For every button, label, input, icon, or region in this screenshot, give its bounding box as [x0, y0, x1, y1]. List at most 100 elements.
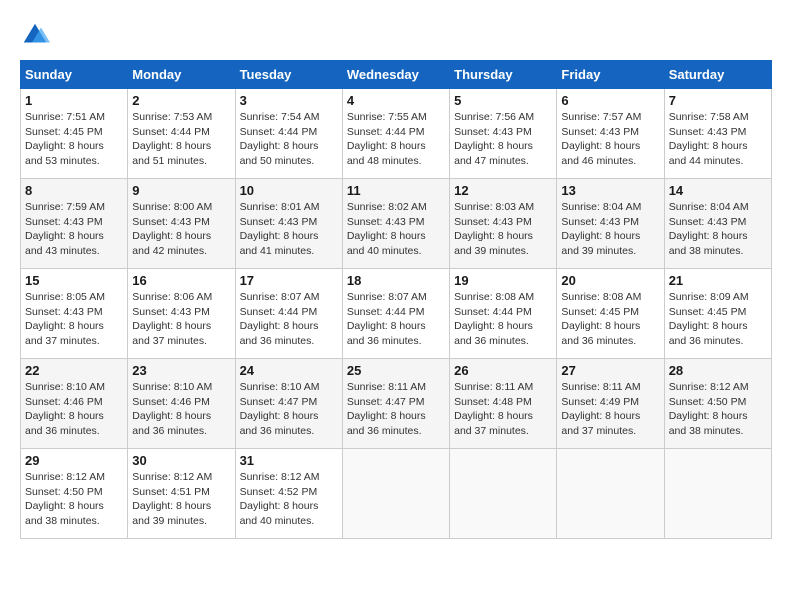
calendar-cell: 25 Sunrise: 8:11 AM Sunset: 4:47 PM Dayl… [342, 359, 449, 449]
day-info: Sunrise: 8:05 AM Sunset: 4:43 PM Dayligh… [25, 290, 123, 349]
day-number: 7 [669, 93, 767, 108]
calendar-cell: 16 Sunrise: 8:06 AM Sunset: 4:43 PM Dayl… [128, 269, 235, 359]
day-info: Sunrise: 8:04 AM Sunset: 4:43 PM Dayligh… [561, 200, 659, 259]
day-number: 18 [347, 273, 445, 288]
calendar-cell: 21 Sunrise: 8:09 AM Sunset: 4:45 PM Dayl… [664, 269, 771, 359]
day-info: Sunrise: 8:06 AM Sunset: 4:43 PM Dayligh… [132, 290, 230, 349]
day-info: Sunrise: 8:09 AM Sunset: 4:45 PM Dayligh… [669, 290, 767, 349]
calendar-cell: 5 Sunrise: 7:56 AM Sunset: 4:43 PM Dayli… [450, 89, 557, 179]
page-header [20, 20, 772, 50]
calendar-cell: 9 Sunrise: 8:00 AM Sunset: 4:43 PM Dayli… [128, 179, 235, 269]
day-info: Sunrise: 8:12 AM Sunset: 4:50 PM Dayligh… [25, 470, 123, 529]
calendar-cell: 17 Sunrise: 8:07 AM Sunset: 4:44 PM Dayl… [235, 269, 342, 359]
day-number: 19 [454, 273, 552, 288]
day-number: 3 [240, 93, 338, 108]
day-info: Sunrise: 8:04 AM Sunset: 4:43 PM Dayligh… [669, 200, 767, 259]
day-number: 22 [25, 363, 123, 378]
calendar-cell: 13 Sunrise: 8:04 AM Sunset: 4:43 PM Dayl… [557, 179, 664, 269]
calendar-week-5: 29 Sunrise: 8:12 AM Sunset: 4:50 PM Dayl… [21, 449, 772, 539]
calendar-cell: 7 Sunrise: 7:58 AM Sunset: 4:43 PM Dayli… [664, 89, 771, 179]
day-number: 10 [240, 183, 338, 198]
calendar-cell [664, 449, 771, 539]
day-number: 1 [25, 93, 123, 108]
day-number: 17 [240, 273, 338, 288]
day-number: 9 [132, 183, 230, 198]
day-info: Sunrise: 8:07 AM Sunset: 4:44 PM Dayligh… [347, 290, 445, 349]
day-info: Sunrise: 8:07 AM Sunset: 4:44 PM Dayligh… [240, 290, 338, 349]
day-info: Sunrise: 8:11 AM Sunset: 4:49 PM Dayligh… [561, 380, 659, 439]
day-number: 14 [669, 183, 767, 198]
day-info: Sunrise: 7:58 AM Sunset: 4:43 PM Dayligh… [669, 110, 767, 169]
calendar-cell: 22 Sunrise: 8:10 AM Sunset: 4:46 PM Dayl… [21, 359, 128, 449]
calendar-cell: 26 Sunrise: 8:11 AM Sunset: 4:48 PM Dayl… [450, 359, 557, 449]
day-number: 13 [561, 183, 659, 198]
day-number: 6 [561, 93, 659, 108]
logo-icon [20, 20, 50, 50]
day-number: 11 [347, 183, 445, 198]
day-info: Sunrise: 8:00 AM Sunset: 4:43 PM Dayligh… [132, 200, 230, 259]
calendar-cell: 29 Sunrise: 8:12 AM Sunset: 4:50 PM Dayl… [21, 449, 128, 539]
day-info: Sunrise: 8:10 AM Sunset: 4:46 PM Dayligh… [132, 380, 230, 439]
day-number: 27 [561, 363, 659, 378]
calendar-cell [342, 449, 449, 539]
day-number: 16 [132, 273, 230, 288]
calendar-cell [450, 449, 557, 539]
day-number: 20 [561, 273, 659, 288]
day-info: Sunrise: 8:03 AM Sunset: 4:43 PM Dayligh… [454, 200, 552, 259]
calendar-cell: 8 Sunrise: 7:59 AM Sunset: 4:43 PM Dayli… [21, 179, 128, 269]
day-number: 2 [132, 93, 230, 108]
day-number: 12 [454, 183, 552, 198]
day-number: 25 [347, 363, 445, 378]
day-info: Sunrise: 7:55 AM Sunset: 4:44 PM Dayligh… [347, 110, 445, 169]
day-info: Sunrise: 7:59 AM Sunset: 4:43 PM Dayligh… [25, 200, 123, 259]
day-number: 5 [454, 93, 552, 108]
calendar-cell: 28 Sunrise: 8:12 AM Sunset: 4:50 PM Dayl… [664, 359, 771, 449]
calendar-cell: 31 Sunrise: 8:12 AM Sunset: 4:52 PM Dayl… [235, 449, 342, 539]
calendar-cell: 27 Sunrise: 8:11 AM Sunset: 4:49 PM Dayl… [557, 359, 664, 449]
calendar-header-thursday: Thursday [450, 61, 557, 89]
day-number: 30 [132, 453, 230, 468]
calendar-header-saturday: Saturday [664, 61, 771, 89]
calendar-week-4: 22 Sunrise: 8:10 AM Sunset: 4:46 PM Dayl… [21, 359, 772, 449]
day-number: 24 [240, 363, 338, 378]
day-info: Sunrise: 8:10 AM Sunset: 4:46 PM Dayligh… [25, 380, 123, 439]
calendar-week-3: 15 Sunrise: 8:05 AM Sunset: 4:43 PM Dayl… [21, 269, 772, 359]
calendar-cell: 12 Sunrise: 8:03 AM Sunset: 4:43 PM Dayl… [450, 179, 557, 269]
day-number: 31 [240, 453, 338, 468]
day-info: Sunrise: 7:53 AM Sunset: 4:44 PM Dayligh… [132, 110, 230, 169]
calendar-cell: 18 Sunrise: 8:07 AM Sunset: 4:44 PM Dayl… [342, 269, 449, 359]
day-number: 21 [669, 273, 767, 288]
calendar-header-sunday: Sunday [21, 61, 128, 89]
calendar-header-friday: Friday [557, 61, 664, 89]
day-number: 15 [25, 273, 123, 288]
day-number: 29 [25, 453, 123, 468]
day-number: 23 [132, 363, 230, 378]
calendar-cell: 14 Sunrise: 8:04 AM Sunset: 4:43 PM Dayl… [664, 179, 771, 269]
day-number: 4 [347, 93, 445, 108]
calendar-header-row: SundayMondayTuesdayWednesdayThursdayFrid… [21, 61, 772, 89]
calendar-cell: 10 Sunrise: 8:01 AM Sunset: 4:43 PM Dayl… [235, 179, 342, 269]
day-info: Sunrise: 8:08 AM Sunset: 4:45 PM Dayligh… [561, 290, 659, 349]
day-info: Sunrise: 7:54 AM Sunset: 4:44 PM Dayligh… [240, 110, 338, 169]
calendar-header-tuesday: Tuesday [235, 61, 342, 89]
day-info: Sunrise: 8:12 AM Sunset: 4:51 PM Dayligh… [132, 470, 230, 529]
calendar-cell: 19 Sunrise: 8:08 AM Sunset: 4:44 PM Dayl… [450, 269, 557, 359]
day-info: Sunrise: 8:11 AM Sunset: 4:47 PM Dayligh… [347, 380, 445, 439]
day-number: 8 [25, 183, 123, 198]
calendar-cell: 23 Sunrise: 8:10 AM Sunset: 4:46 PM Dayl… [128, 359, 235, 449]
calendar-cell: 4 Sunrise: 7:55 AM Sunset: 4:44 PM Dayli… [342, 89, 449, 179]
day-number: 28 [669, 363, 767, 378]
calendar-cell: 11 Sunrise: 8:02 AM Sunset: 4:43 PM Dayl… [342, 179, 449, 269]
day-info: Sunrise: 8:10 AM Sunset: 4:47 PM Dayligh… [240, 380, 338, 439]
calendar-week-2: 8 Sunrise: 7:59 AM Sunset: 4:43 PM Dayli… [21, 179, 772, 269]
day-info: Sunrise: 8:12 AM Sunset: 4:50 PM Dayligh… [669, 380, 767, 439]
calendar-cell: 30 Sunrise: 8:12 AM Sunset: 4:51 PM Dayl… [128, 449, 235, 539]
day-number: 26 [454, 363, 552, 378]
calendar-cell: 6 Sunrise: 7:57 AM Sunset: 4:43 PM Dayli… [557, 89, 664, 179]
day-info: Sunrise: 7:57 AM Sunset: 4:43 PM Dayligh… [561, 110, 659, 169]
calendar-cell [557, 449, 664, 539]
day-info: Sunrise: 8:12 AM Sunset: 4:52 PM Dayligh… [240, 470, 338, 529]
calendar-cell: 3 Sunrise: 7:54 AM Sunset: 4:44 PM Dayli… [235, 89, 342, 179]
calendar: SundayMondayTuesdayWednesdayThursdayFrid… [20, 60, 772, 539]
calendar-header-wednesday: Wednesday [342, 61, 449, 89]
